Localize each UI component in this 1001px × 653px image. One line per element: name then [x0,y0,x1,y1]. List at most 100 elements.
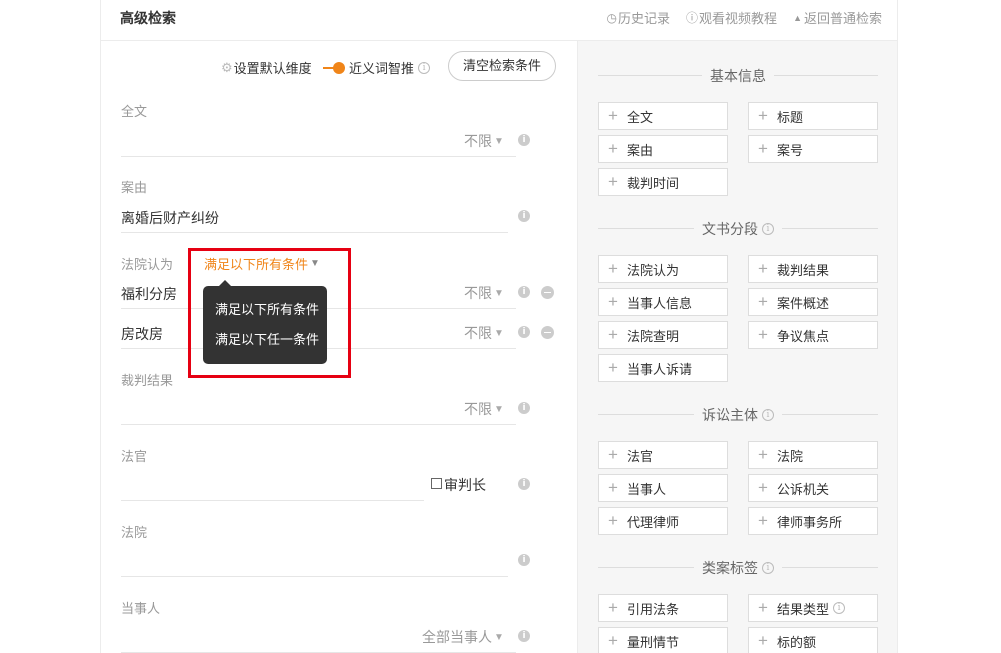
search-form: ⚙ 设置默认维度 近义词智推 i 清空检索条件 全文 不限 ▼ i 案由 离婚后财… [101,41,577,653]
judge-label: 法官 [121,449,148,464]
page-title: 高级检索 [120,10,176,26]
tag-label: 结果类型 [777,601,830,617]
tag-label: 裁判时间 [627,175,680,191]
judgment-label: 裁判结果 [121,373,174,388]
add-field-tag[interactable]: + 结果类型 i [748,594,878,622]
history-link[interactable]: ◷ 历史记录 [607,8,671,27]
section-title: 基本信息 [710,68,766,84]
add-field-tag[interactable]: + 律师事务所 [748,507,878,535]
plus-icon: + [758,292,768,311]
add-field-tag[interactable]: + 案件概述 [748,288,878,316]
section-header: 类案标签 i [598,557,878,578]
form-toolbar: ⚙ 设置默认维度 近义词智推 i 清空检索条件 [101,51,577,81]
toggle-icon[interactable] [323,61,345,74]
plus-icon: + [608,292,618,311]
add-field-tag[interactable]: + 裁判时间 [598,168,728,196]
fulltext-scope-select[interactable]: 不限 ▼ [464,131,504,151]
info-icon[interactable]: i [762,562,774,574]
synonym-toggle[interactable]: 近义词智推 i [323,58,431,77]
header-links: ◷ 历史记录 ⓘ 观看视频教程 ▲ 返回普通检索 [591,8,882,27]
party-scope-select[interactable]: 全部当事人 ▼ [422,627,504,647]
chief-judge-label: 审判长 [444,477,486,493]
info-icon[interactable]: i [518,210,530,222]
fulltext-input[interactable] [121,156,516,157]
court-opinion-scope-select-1[interactable]: 不限 ▼ [464,283,504,303]
add-field-tag[interactable]: + 全文 [598,102,728,130]
plus-icon: + [758,139,768,158]
tag-label: 法院 [777,448,804,464]
minus-circle-icon[interactable] [541,326,554,339]
add-field-tag[interactable]: + 争议焦点 [748,321,878,349]
court-opinion-scope-select-2[interactable]: 不限 ▼ [464,323,504,343]
info-icon[interactable]: i [833,602,846,614]
clear-conditions-button[interactable]: 清空检索条件 [448,51,556,81]
add-field-tag[interactable]: + 引用法条 [598,594,728,622]
minus-circle-icon[interactable] [541,286,554,299]
header: 高级检索 ◷ 历史记录 ⓘ 观看视频教程 ▲ 返回普通检索 [100,0,898,41]
plus-icon: + [758,325,768,344]
add-field-tag[interactable]: + 案号 [748,135,878,163]
set-default-dimension-button[interactable]: ⚙ 设置默认维度 [221,58,312,77]
plus-icon: + [608,511,618,530]
add-field-tag[interactable]: + 标的额 [748,627,878,653]
plus-icon: + [758,511,768,530]
add-field-tag[interactable]: + 裁判结果 [748,255,878,283]
info-icon[interactable]: i [518,630,530,642]
court-input[interactable] [121,576,508,577]
judgment-scope-select[interactable]: 不限 ▼ [464,399,504,419]
tag-label: 案由 [627,142,654,158]
tag-label: 争议焦点 [777,328,830,344]
add-field-tag[interactable]: + 公诉机关 [748,474,878,502]
info-icon[interactable]: i [762,223,774,235]
add-field-tag[interactable]: + 法院认为 [598,255,728,283]
clock-icon: ◷ [606,10,618,25]
chevron-down-icon: ▼ [494,403,504,415]
info-icon[interactable]: i [518,402,530,414]
judgment-input[interactable] [121,424,516,425]
info-icon[interactable]: i [518,326,530,338]
gear-icon: ⚙ [221,59,233,75]
court-opinion-input-2[interactable]: 房改房 [121,324,163,344]
add-field-tag[interactable]: + 当事人信息 [598,288,728,316]
cause-label: 案由 [121,180,148,195]
tag-label: 全文 [627,109,654,125]
info-icon[interactable]: i [762,409,774,421]
triangle-up-icon: ▲ [793,12,802,23]
tag-label: 量刑情节 [627,634,680,650]
add-field-tag[interactable]: + 法院 [748,441,878,469]
info-icon[interactable]: i [518,286,530,298]
add-field-tag[interactable]: + 法院查明 [598,321,728,349]
plus-icon: + [758,106,768,125]
info-icon[interactable]: i [518,554,530,566]
tag-label: 裁判结果 [777,262,830,278]
section-title: 文书分段 [702,221,758,237]
add-field-tag[interactable]: + 标题 [748,102,878,130]
info-icon[interactable]: i [418,61,431,74]
judge-input[interactable] [121,500,424,501]
cause-input[interactable]: 离婚后财产纠纷 [121,208,219,228]
add-field-tag[interactable]: + 当事人 [598,474,728,502]
court-opinion-input-1[interactable]: 福利分房 [121,284,177,304]
video-tutorial-link[interactable]: ⓘ 观看视频教程 [686,8,777,27]
add-field-tag[interactable]: + 当事人诉请 [598,354,728,382]
plus-icon: + [608,325,618,344]
add-field-tag[interactable]: + 量刑情节 [598,627,728,653]
option-all-conditions[interactable]: 满足以下所有条件 [215,299,319,318]
info-icon[interactable]: i [518,134,530,146]
tag-label: 当事人信息 [627,295,693,311]
plus-icon: + [608,172,618,191]
field-picker-sidebar: 基本信息 + 全文 + 标题 + 案由 + 案号 + 裁判时间 文书分段 i + 法院认为 + 裁判结果 + 当事人… [577,41,897,653]
add-field-tag[interactable]: + 代理律师 [598,507,728,535]
info-icon[interactable]: i [518,478,530,490]
plus-icon: + [758,445,768,464]
option-any-condition[interactable]: 满足以下任一条件 [215,329,319,348]
add-field-tag[interactable]: + 法官 [598,441,728,469]
plus-icon: + [608,139,618,158]
condition-mode-select[interactable]: 满足以下所有条件 ▼ [204,254,320,273]
tag-label: 引用法条 [627,601,680,617]
plus-icon: + [608,478,618,497]
back-to-simple-search-link[interactable]: ▲ 返回普通检索 [793,8,882,27]
tag-label: 标题 [777,109,804,125]
add-field-tag[interactable]: + 案由 [598,135,728,163]
chief-judge-checkbox[interactable] [431,478,442,489]
